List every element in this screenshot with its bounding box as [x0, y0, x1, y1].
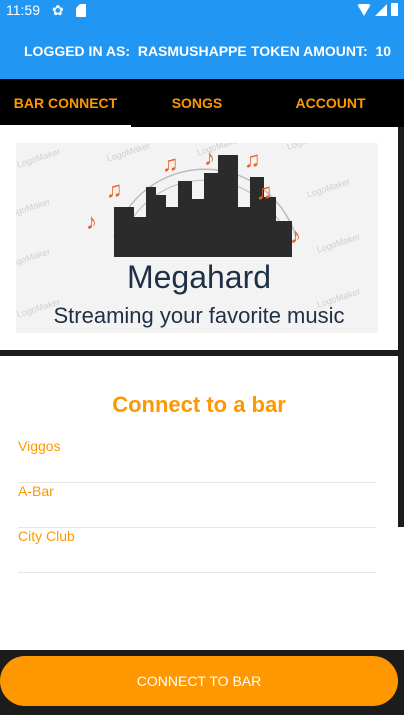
music-note-icon: ♫: [162, 151, 179, 176]
tab-songs[interactable]: SONGS: [131, 79, 263, 127]
logo-banner: LogoMaker LogoMaker LogoMaker LogoMaker …: [0, 127, 398, 350]
connect-to-bar-button[interactable]: CONNECT TO BAR: [0, 656, 398, 706]
username: RASMUSHAPPE: [137, 43, 247, 59]
music-note-icon: ♫: [256, 179, 273, 204]
watermark-text: LogoMaker: [315, 231, 362, 255]
watermark-text: LogoMaker: [16, 146, 62, 170]
music-note-icon: ♪: [204, 145, 215, 170]
wifi-icon: [357, 3, 371, 16]
status-time: 11:59: [6, 2, 40, 18]
app-header: LOGGED IN AS: RASMUSHAPPE TOKEN AMOUNT: …: [0, 22, 404, 79]
token-label: TOKEN AMOUNT:: [251, 43, 368, 59]
token-amount: 10: [375, 43, 392, 59]
list-item-city-club[interactable]: City Club: [18, 528, 376, 573]
watermark-text: LogoMaker: [305, 176, 352, 200]
status-bar: 11:59 ✿: [0, 0, 404, 22]
list-item-viggos[interactable]: Viggos: [18, 438, 376, 483]
watermark-text: LogoMaker: [16, 196, 52, 220]
logo-subtitle: Streaming your favorite music: [53, 303, 345, 328]
token-info: TOKEN AMOUNT: 10: [251, 43, 391, 59]
logo-title: Megahard: [126, 259, 272, 295]
sd-card-icon: [76, 4, 86, 17]
logged-in-label: LOGGED IN AS:: [24, 43, 131, 59]
connect-heading: Connect to a bar: [112, 392, 286, 417]
connect-section: Connect to a bar Viggos A-Bar City Club: [0, 356, 398, 650]
button-container: CONNECT TO BAR: [0, 650, 404, 715]
list-item-a-bar[interactable]: A-Bar: [18, 483, 376, 528]
tab-bar: BAR CONNECT SONGS ACCOUNT: [0, 79, 404, 127]
music-note-icon: ♫: [106, 177, 123, 202]
music-note-icon: ♪: [86, 209, 97, 234]
music-note-icon: ♪: [290, 223, 301, 248]
music-note-icon: ♫: [244, 147, 261, 172]
logged-in-info: LOGGED IN AS: RASMUSHAPPE: [24, 43, 247, 59]
tab-bar-connect[interactable]: BAR CONNECT: [0, 79, 131, 127]
gear-icon: ✿: [52, 2, 64, 18]
signal-icon: [375, 3, 387, 16]
battery-icon: [391, 3, 398, 16]
tab-account[interactable]: ACCOUNT: [263, 79, 398, 127]
